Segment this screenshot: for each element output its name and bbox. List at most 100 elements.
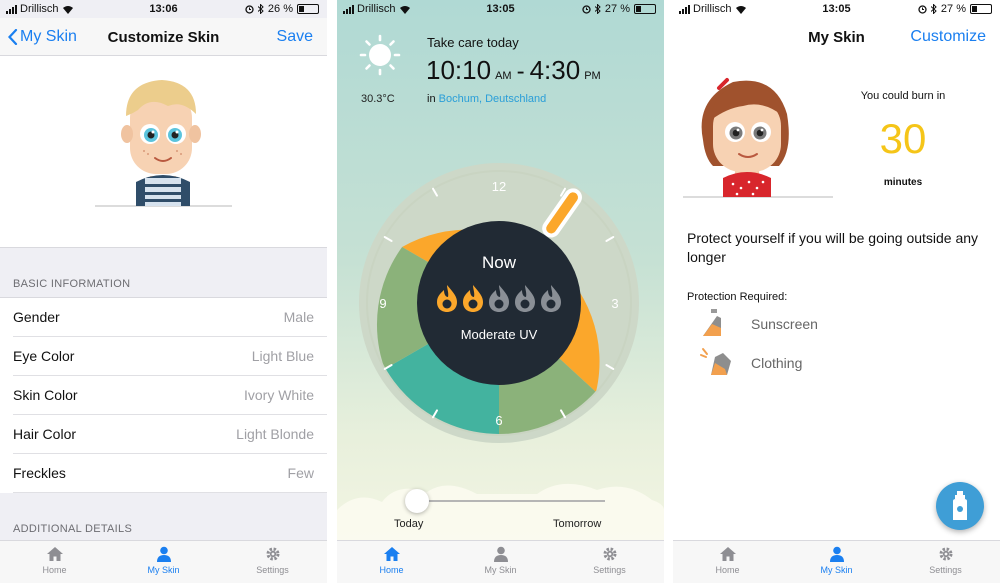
sunscreen-fab[interactable]: [936, 482, 984, 530]
start-ampm: AM: [495, 70, 512, 82]
end-ampm: PM: [584, 70, 601, 82]
protection-item-label: Sunscreen: [751, 316, 818, 332]
home-icon: [719, 547, 736, 561]
tab-home[interactable]: Home: [337, 546, 446, 575]
row-value: Light Blonde: [236, 426, 314, 442]
row-value: Few: [287, 465, 314, 481]
tab-home-label: Home: [42, 565, 67, 575]
now-label: Now: [482, 253, 517, 272]
location-prefix: in: [427, 93, 436, 105]
sunscreen-icon: [703, 309, 721, 336]
sun-icon: [359, 34, 401, 76]
additional-details-header: ADDITIONAL DETAILS: [13, 523, 133, 535]
row-value: Light Blue: [251, 348, 314, 364]
tab-my-skin-label: My Skin: [484, 565, 517, 575]
row-hair-color[interactable]: Hair Color Light Blonde: [0, 415, 327, 454]
row-skin-color[interactable]: Skin Color Ivory White: [0, 376, 327, 415]
protection-item-label: Clothing: [751, 355, 803, 371]
status-bar: Drillisch 13:05 27 %: [673, 0, 1000, 18]
tab-home-label: Home: [379, 565, 404, 575]
protect-message: Protect yourself if you will be going ou…: [687, 230, 979, 265]
tab-settings-label: Settings: [256, 565, 289, 575]
gear-icon: [266, 547, 279, 561]
home-icon: [383, 547, 400, 561]
row-value: Ivory White: [243, 387, 314, 403]
protection-item-clothing: Clothing: [699, 347, 959, 379]
status-bar: Drillisch 13:06 26 %: [0, 0, 327, 18]
alarm-icon: [245, 4, 254, 14]
uv-flame-core: [494, 299, 504, 309]
burn-time-unit: minutes: [883, 177, 923, 188]
battery-icon: [970, 4, 992, 14]
girl-avatar: [683, 78, 833, 198]
row-label: Eye Color: [13, 348, 75, 364]
uv-clock-dial[interactable]: 12 3 6 9 Now Moderate UV: [359, 163, 639, 443]
day-slider[interactable]: [405, 488, 605, 514]
location-link[interactable]: Bochum, Deutschland: [439, 93, 547, 105]
dial-number-9: 9: [379, 296, 386, 311]
slider-today-label: Today: [394, 518, 424, 530]
row-label: Skin Color: [13, 387, 78, 403]
tab-my-skin[interactable]: My Skin: [109, 546, 218, 575]
status-bar: Drillisch 13:05 27 %: [337, 0, 664, 18]
battery-icon: [634, 4, 656, 14]
slider-tomorrow-label: Tomorrow: [553, 518, 602, 530]
row-freckles[interactable]: Freckles Few: [0, 454, 327, 493]
alarm-icon: [918, 4, 927, 14]
location-line: in Bochum, Deutschland: [427, 93, 546, 105]
tab-my-skin[interactable]: My Skin: [782, 546, 891, 575]
row-value: Male: [283, 309, 314, 325]
person-icon: [156, 546, 171, 562]
tab-settings-label: Settings: [929, 565, 962, 575]
tab-home-label: Home: [715, 565, 740, 575]
navigation-bar: My Skin Customize Skin Save: [0, 18, 327, 56]
tab-bar: Home My Skin Settings: [0, 540, 327, 583]
person-icon: [829, 546, 844, 562]
uv-flame-core: [442, 299, 452, 309]
burn-time-value: 30: [879, 115, 927, 162]
save-button[interactable]: Save: [277, 28, 313, 46]
dial-number-3: 3: [611, 296, 618, 311]
bluetooth-icon: [257, 4, 264, 14]
tab-settings-label: Settings: [593, 565, 626, 575]
battery-percent: 26 %: [267, 3, 293, 15]
row-eye-color[interactable]: Eye Color Light Blue: [0, 337, 327, 376]
temperature: 30.3°C: [361, 93, 395, 105]
tab-settings[interactable]: Settings: [555, 546, 664, 575]
sunscreen-bottle-icon: [953, 491, 967, 520]
protection-item-sunscreen: Sunscreen: [699, 308, 959, 340]
avatar-preview: [0, 56, 327, 248]
uv-flame-core: [520, 299, 530, 309]
gear-icon: [939, 547, 952, 561]
slider-thumb[interactable]: [405, 489, 429, 513]
row-gender[interactable]: Gender Male: [0, 298, 327, 337]
home-screen: Drillisch 13:05 27 % 30.3°C Take care to…: [337, 0, 664, 583]
my-skin-screen: Drillisch 13:05 27 % My Skin Customize Y…: [673, 0, 1000, 583]
dial-number-6: 6: [495, 413, 502, 428]
tab-my-skin-label: My Skin: [147, 565, 180, 575]
tab-bar: Home My Skin Settings: [673, 540, 1000, 583]
customize-button[interactable]: Customize: [910, 28, 986, 46]
tab-home[interactable]: Home: [0, 546, 109, 575]
gear-icon: [603, 547, 616, 561]
tab-my-skin-label: My Skin: [820, 565, 853, 575]
end-time: 4:30: [529, 55, 581, 85]
customize-skin-screen: Drillisch 13:06 26 % My Skin Customize S…: [0, 0, 327, 583]
slider-track: [405, 500, 605, 502]
bluetooth-icon: [594, 4, 601, 14]
row-label: Freckles: [13, 465, 66, 481]
tab-my-skin[interactable]: My Skin: [446, 546, 555, 575]
basic-information-header: BASIC INFORMATION: [13, 278, 131, 290]
tab-home[interactable]: Home: [673, 546, 782, 575]
start-time: 10:10: [426, 55, 492, 85]
row-label: Gender: [13, 309, 60, 325]
uv-level-text: Moderate UV: [461, 327, 538, 342]
bluetooth-icon: [930, 4, 937, 14]
tab-settings[interactable]: Settings: [218, 546, 327, 575]
uv-flame-core: [546, 299, 556, 309]
burn-caption: You could burn in: [860, 90, 946, 102]
boy-avatar: [95, 80, 232, 207]
tab-settings[interactable]: Settings: [891, 546, 1000, 575]
alarm-icon: [582, 4, 591, 14]
protection-header: Protection Required:: [687, 291, 788, 303]
